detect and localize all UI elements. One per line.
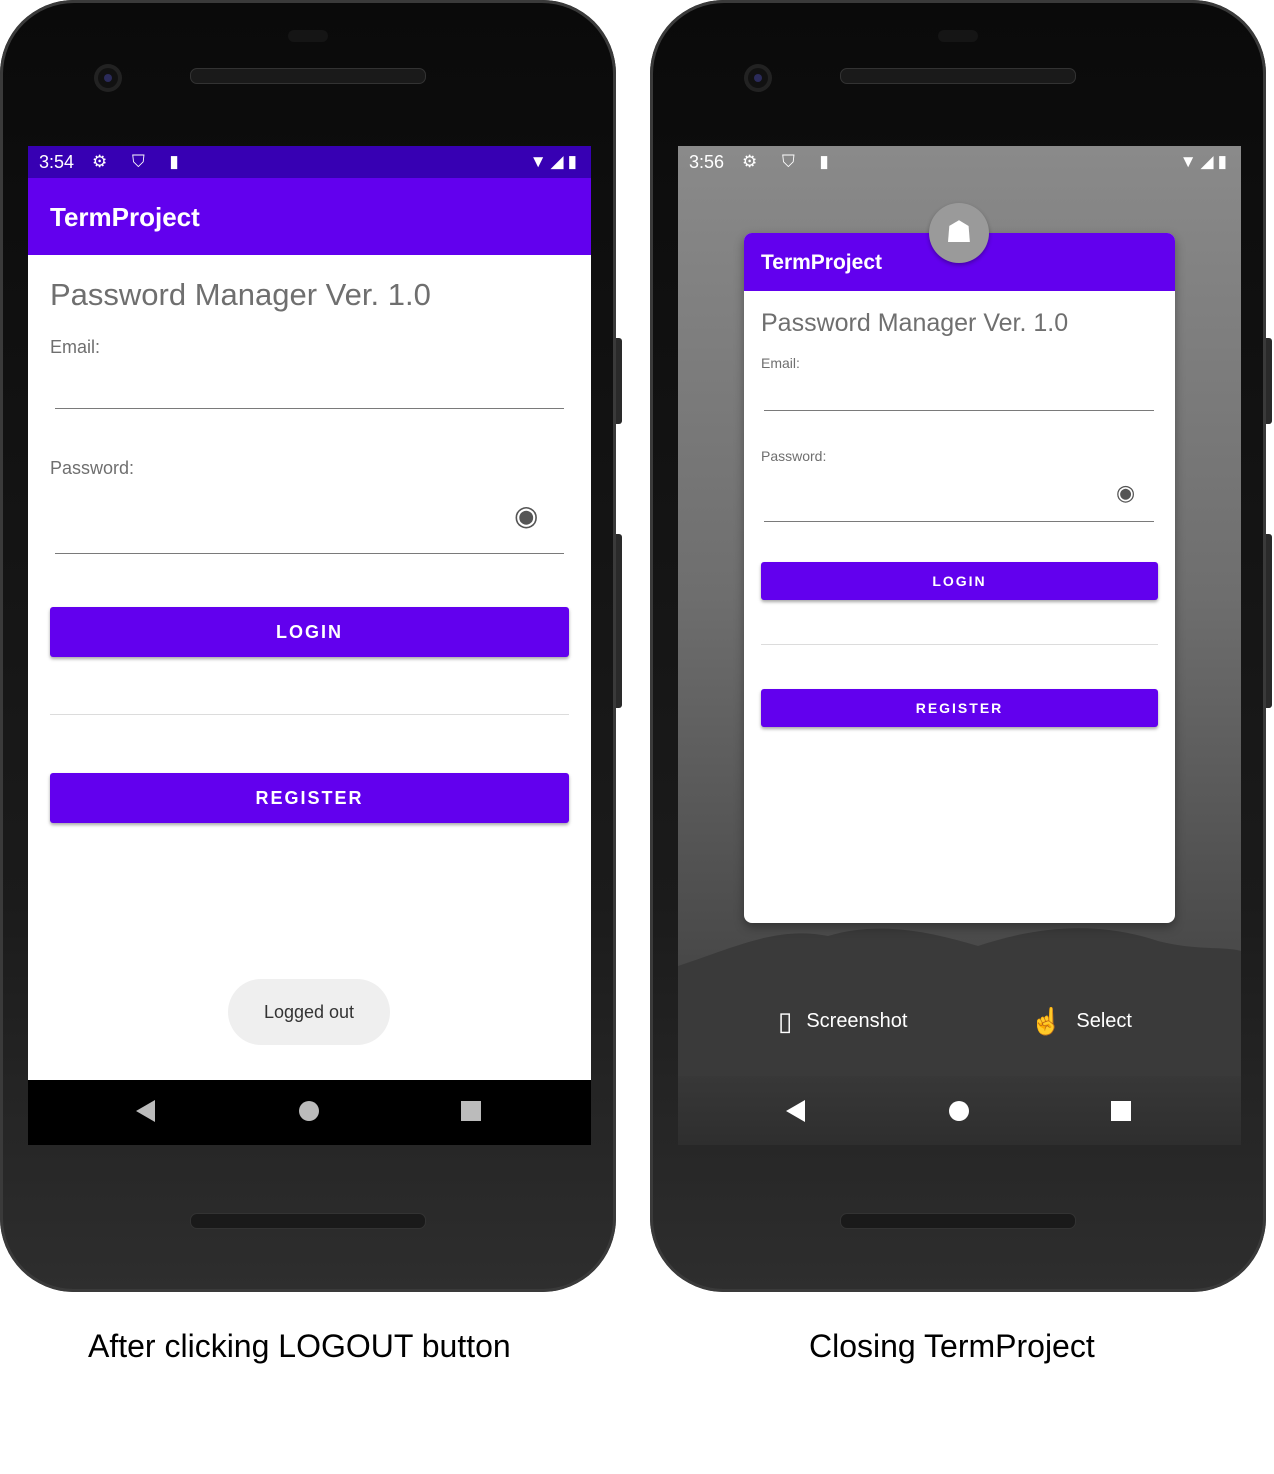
top-speaker [840, 68, 1076, 84]
caption-right: Closing TermProject [809, 1328, 1095, 1364]
select-action[interactable]: ☝ Select [1030, 1006, 1132, 1037]
recent-app-card[interactable]: TermProject Password Manager Ver. 1.0 Em… [744, 233, 1175, 923]
password-label: Password: [50, 458, 135, 478]
status-notification-icons: ⚙ ⛉ ▮ [742, 152, 839, 171]
email-field [764, 410, 1154, 411]
screenshot-label: Screenshot [806, 1010, 908, 1032]
password-field [764, 521, 1154, 522]
login-button: LOGIN [761, 562, 1158, 600]
power-button [1266, 338, 1272, 424]
power-button [616, 338, 622, 424]
screen-left: 3:54 ⚙ ⛉ ▮ ▼◢▮ TermProject Password Mana… [28, 146, 591, 1145]
page-title: Password Manager Ver. 1.0 [50, 277, 431, 312]
bottom-speaker [840, 1213, 1076, 1229]
status-signal-battery-icons: ▼◢▮ [529, 152, 581, 171]
back-icon[interactable] [786, 1100, 805, 1122]
register-button[interactable]: REGISTER [50, 773, 569, 823]
divider [761, 644, 1158, 645]
volume-button [1266, 534, 1272, 708]
caption-left: After clicking LOGOUT button [88, 1328, 511, 1364]
app-bar: TermProject [28, 178, 591, 255]
nav-bar [678, 1080, 1241, 1145]
status-bar: 3:56 ⚙ ⛉ ▮ ▼◢▮ [678, 146, 1241, 178]
status-notification-icons: ⚙ ⛉ ▮ [92, 152, 189, 171]
eye-icon[interactable]: ◉ [514, 499, 538, 532]
proximity-sensor [938, 30, 978, 42]
proximity-sensor [288, 30, 328, 42]
home-icon[interactable] [299, 1101, 319, 1121]
front-camera [94, 64, 122, 92]
top-speaker [190, 68, 426, 84]
volume-button [616, 534, 622, 708]
screenshot-icon: ▯ [778, 1006, 793, 1036]
select-hand-icon: ☝ [1030, 1006, 1063, 1036]
login-form: Password Manager Ver. 1.0 Email: Passwor… [28, 255, 591, 1080]
screen-right: 3:56 ⚙ ⛉ ▮ ▼◢▮ TermProject Password Mana… [678, 146, 1241, 1145]
wallpaper-mountains [678, 928, 1241, 1076]
back-icon[interactable] [136, 1100, 155, 1122]
status-bar: 3:54 ⚙ ⛉ ▮ ▼◢▮ [28, 146, 591, 178]
email-label: Email: [761, 355, 800, 371]
status-signal-battery-icons: ▼◢▮ [1179, 152, 1231, 171]
email-field[interactable] [55, 408, 564, 409]
home-icon[interactable] [949, 1101, 969, 1121]
bottom-speaker [190, 1213, 426, 1229]
password-field[interactable] [55, 553, 564, 554]
phone-right: 3:56 ⚙ ⛉ ▮ ▼◢▮ TermProject Password Mana… [650, 0, 1272, 1292]
android-app-icon[interactable]: ☗ [929, 203, 989, 263]
login-button[interactable]: LOGIN [50, 607, 569, 657]
page-title: Password Manager Ver. 1.0 [761, 309, 1069, 337]
app-title: TermProject [761, 251, 882, 274]
eye-icon: ◉ [1116, 480, 1136, 505]
recents-icon[interactable] [461, 1101, 481, 1121]
password-label: Password: [761, 448, 827, 464]
register-button: REGISTER [761, 689, 1158, 727]
status-time: 3:56 [689, 152, 725, 172]
nav-bar [28, 1080, 591, 1145]
recents-icon[interactable] [1111, 1101, 1131, 1121]
email-label: Email: [50, 337, 101, 357]
phone-left: 3:54 ⚙ ⛉ ▮ ▼◢▮ TermProject Password Mana… [0, 0, 622, 1292]
screenshot-action[interactable]: ▯ Screenshot [778, 1006, 907, 1037]
front-camera [744, 64, 772, 92]
divider [50, 714, 569, 715]
app-title: TermProject [50, 202, 200, 232]
select-label: Select [1076, 1010, 1132, 1032]
toast-message: Logged out [228, 979, 390, 1045]
status-time: 3:54 [39, 152, 75, 172]
